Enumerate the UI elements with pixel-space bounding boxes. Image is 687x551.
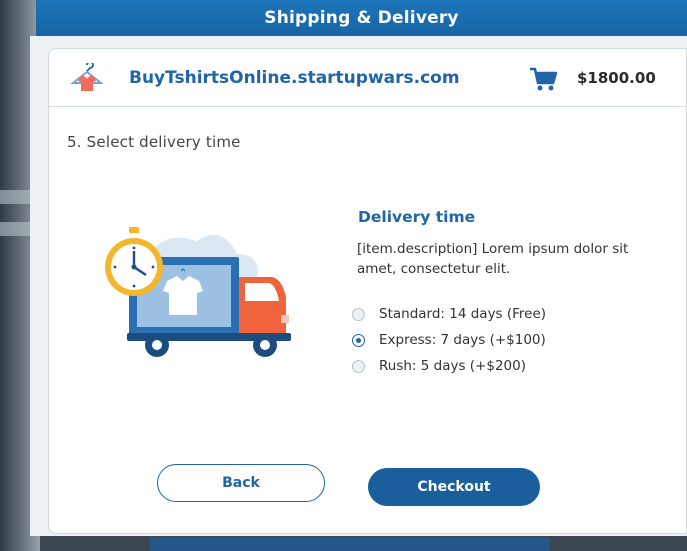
- delivery-heading: Delivery time: [358, 208, 476, 226]
- radio-button[interactable]: [352, 359, 365, 373]
- option-label: Express: 7 days (+$100): [379, 332, 546, 348]
- step-title: 5. Select delivery time: [67, 133, 241, 151]
- delivery-options: Standard: 14 days (Free) Express: 7 days…: [352, 301, 546, 379]
- radio-button-selected[interactable]: [352, 333, 365, 347]
- background-bottom: [150, 537, 550, 551]
- delivery-description: [item.description] Lorem ipsum dolor sit…: [357, 241, 629, 277]
- checkout-card: BuyTshirtsOnline.startupwars.com $1800.0…: [48, 48, 687, 534]
- tshirt-hanger-icon: [71, 63, 103, 91]
- delivery-option-rush[interactable]: Rush: 5 days (+$200): [352, 353, 546, 379]
- back-button[interactable]: Back: [157, 464, 325, 502]
- window-titlebar: Shipping & Delivery: [36, 0, 687, 36]
- cart-total: $1800.00: [577, 69, 656, 87]
- delivery-truck-clock-icon: [105, 227, 291, 357]
- shopping-cart-icon[interactable]: [529, 66, 557, 92]
- delivery-option-standard[interactable]: Standard: 14 days (Free): [352, 301, 546, 327]
- delivery-option-express[interactable]: Express: 7 days (+$100): [352, 327, 546, 353]
- window-title: Shipping & Delivery: [264, 8, 459, 28]
- option-label: Rush: 5 days (+$200): [379, 358, 526, 374]
- dialog-panel: BuyTshirtsOnline.startupwars.com $1800.0…: [30, 36, 687, 536]
- store-name[interactable]: BuyTshirtsOnline.startupwars.com: [129, 68, 460, 88]
- radio-button[interactable]: [352, 307, 365, 321]
- store-header: BuyTshirtsOnline.startupwars.com $1800.0…: [49, 49, 686, 107]
- checkout-button[interactable]: Checkout: [368, 468, 540, 506]
- option-label: Standard: 14 days (Free): [379, 306, 547, 322]
